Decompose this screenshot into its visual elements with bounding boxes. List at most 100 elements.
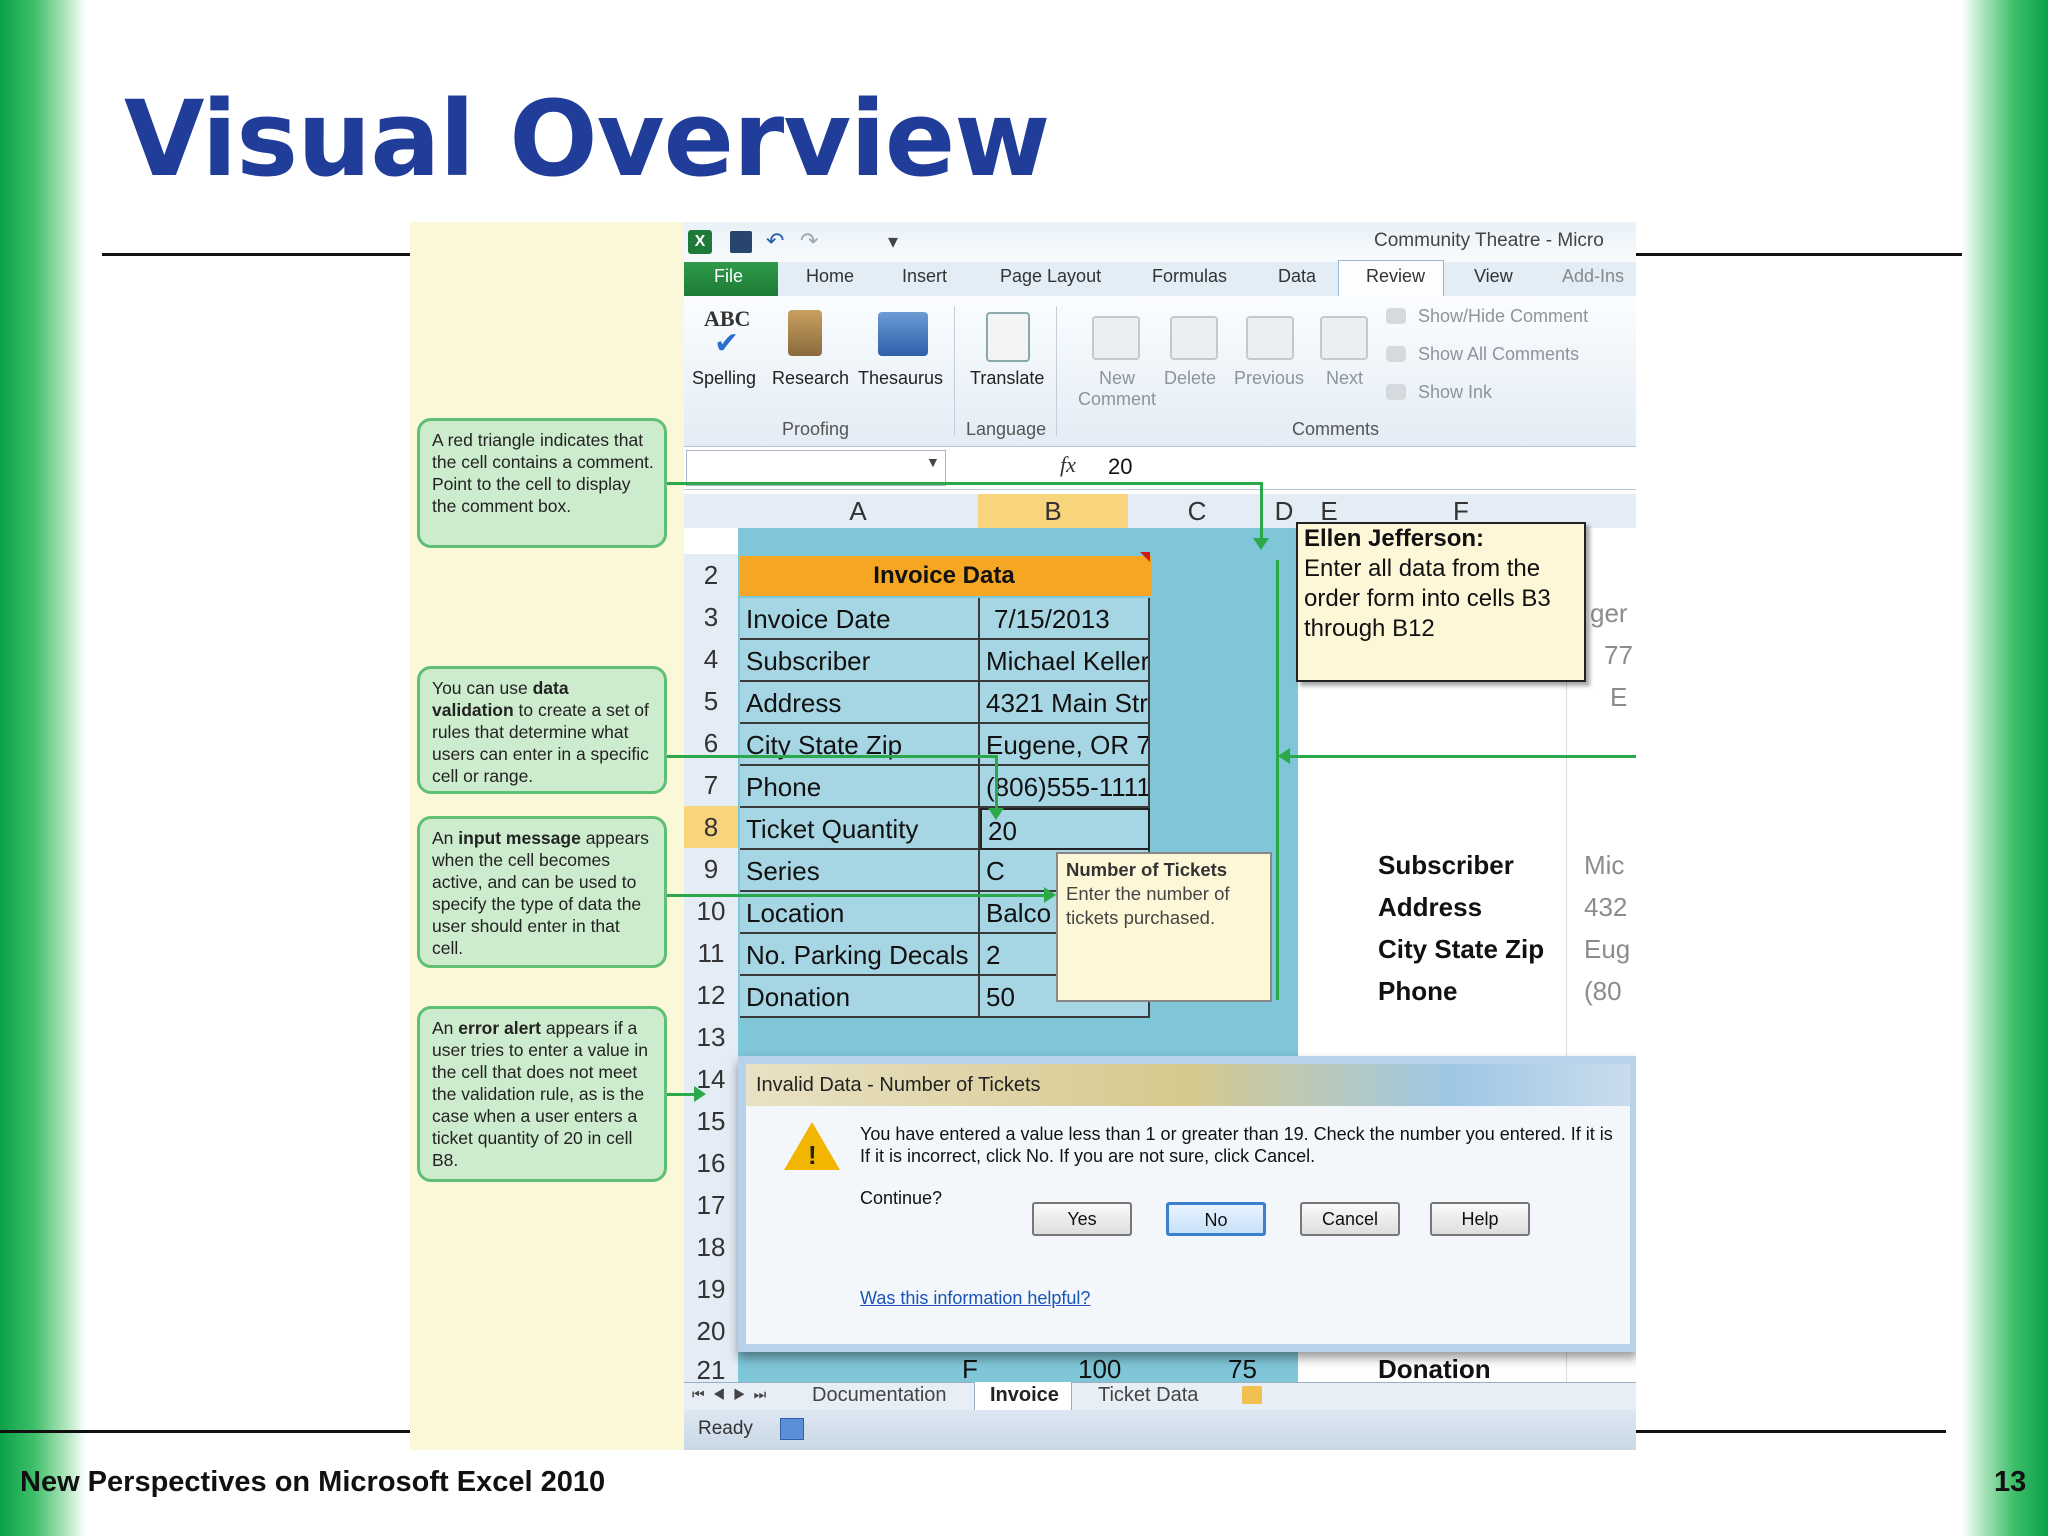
column-header-c[interactable]: C [1128,494,1267,528]
right-label: Address [1378,892,1483,922]
status-bar [684,1410,1636,1450]
value-cell[interactable]: 4321 Main Street [980,682,1150,724]
value-cell[interactable]: Eugene, OR 70777 [980,724,1150,766]
value-cell[interactable]: (806)555-1111 [980,766,1150,808]
row-header[interactable]: 11 [684,932,738,975]
row-header[interactable]: 6 [684,722,738,765]
label-cell[interactable]: Donation [740,976,980,1018]
connector-line [995,755,998,813]
label-cell[interactable]: City State Zip [740,724,980,766]
translate-icon [986,312,1030,362]
value-cell[interactable]: Michael Keller [980,640,1150,682]
invoice-header-cell[interactable]: Invoice Data [740,556,1148,596]
column-header-a[interactable]: A [738,494,979,528]
row-header[interactable]: 5 [684,680,738,723]
delete-comment-button[interactable]: Delete [1164,368,1216,389]
tab-home[interactable]: Home [806,266,854,287]
tab-data[interactable]: Data [1278,266,1316,287]
name-box-dropdown-icon[interactable]: ▼ [926,454,940,470]
right-value: Mic [1584,850,1625,880]
save-icon[interactable] [730,231,752,253]
row-header[interactable]: 2 [684,554,738,597]
label-cell[interactable]: Ticket Quantity [740,808,980,850]
left-green-stripe [0,0,86,1536]
row-header[interactable]: 18 [684,1226,738,1269]
input-message-title: Number of Tickets [1066,859,1228,880]
name-box[interactable] [686,450,946,486]
label-cell[interactable]: Address [740,682,980,724]
header-fill [1148,556,1152,596]
row-header-active[interactable]: 8 [684,806,738,849]
footer-rule-right [1636,1430,1946,1433]
tab-view[interactable]: View [1474,266,1513,287]
right-value: 432 [1584,892,1628,922]
label-cell[interactable]: Phone [740,766,980,808]
select-all-corner[interactable] [684,494,739,528]
callout-comment-text: A red triangle indicates that the cell c… [432,430,654,516]
research-button[interactable]: Research [772,368,849,389]
comment-indicator-icon [1140,552,1150,562]
row-header[interactable]: 12 [684,974,738,1017]
redo-icon[interactable]: ↷ [800,228,818,254]
show-all-comments-button[interactable]: Show All Comments [1418,344,1579,365]
next-comment-icon [1320,316,1368,360]
row-header[interactable]: 3 [684,596,738,639]
row-header[interactable]: 4 [684,638,738,681]
previous-comment-button[interactable]: Previous [1234,368,1304,389]
label-cell[interactable]: Series [740,850,980,892]
row-header[interactable]: 15 [684,1100,738,1143]
row-header[interactable]: 16 [684,1142,738,1185]
helpful-link[interactable]: Was this information helpful? [860,1288,1090,1309]
dialog-title[interactable]: Invalid Data - Number of Tickets [746,1064,1630,1106]
new-comment-button[interactable]: New Comment [1072,368,1162,410]
translate-button[interactable]: Translate [970,368,1044,389]
help-button[interactable]: Help [1430,1202,1530,1236]
insert-sheet-icon[interactable] [1242,1386,1262,1404]
show-hide-comment-button[interactable]: Show/Hide Comment [1418,306,1588,327]
tab-insert[interactable]: Insert [902,266,947,287]
macro-record-icon[interactable] [780,1418,804,1440]
sheet-tab-documentation[interactable]: Documentation [812,1384,947,1407]
sheet-nav-arrows-icon[interactable]: ⏮◀▶⏭ [692,1386,774,1403]
row-header[interactable]: 17 [684,1184,738,1227]
column-header-b[interactable]: B [978,494,1129,528]
spelling-button[interactable]: Spelling [692,368,756,389]
excel-app-icon[interactable]: X [688,230,712,254]
callout-bold-term: input message [458,828,581,848]
row-header[interactable]: 19 [684,1268,738,1311]
active-cell-b8[interactable]: 20 [980,808,1150,850]
tab-formulas[interactable]: Formulas [1152,266,1227,287]
callout-data-validation: You can use data validation to create a … [417,666,667,794]
right-label: Phone [1378,976,1458,1006]
title-rule-left [102,253,410,256]
cancel-button[interactable]: Cancel [1300,1202,1400,1236]
label-cell[interactable]: Invoice Date [740,598,980,640]
row-header[interactable]: 21 [684,1352,738,1383]
input-message-text: Enter the number of tickets purchased. [1066,883,1230,928]
show-ink-button[interactable]: Show Ink [1418,382,1492,403]
label-cell[interactable]: No. Parking Decals [740,934,980,976]
show-ink-icon [1386,384,1406,400]
peek-value: ger [1590,598,1628,628]
value-cell[interactable]: 7/15/2013 [980,598,1150,640]
row-header[interactable]: 7 [684,764,738,807]
comment-text: Enter all data from the order form into … [1304,555,1551,642]
row-header[interactable]: 9 [684,848,738,891]
tab-page-layout[interactable]: Page Layout [1000,266,1101,287]
next-comment-button[interactable]: Next [1326,368,1363,389]
customize-qat-icon[interactable]: ▾ [888,229,898,254]
row-header[interactable]: 20 [684,1310,738,1353]
label-cell[interactable]: Location [740,892,980,934]
no-button[interactable]: No [1166,1202,1266,1236]
yes-button[interactable]: Yes [1032,1202,1132,1236]
tab-add-ins[interactable]: Add-Ins [1562,266,1624,287]
insert-function-icon[interactable]: fx [1060,452,1076,478]
label-cell[interactable]: Subscriber [740,640,980,682]
formula-input[interactable]: 20 [1108,454,1132,480]
row-header[interactable]: 13 [684,1016,738,1059]
undo-icon[interactable]: ↶ [766,228,784,254]
sheet-tab-ticket-data[interactable]: Ticket Data [1098,1384,1198,1407]
ribbon-separator [1056,306,1057,436]
footer-text: New Perspectives on Microsoft Excel 2010 [20,1466,606,1498]
thesaurus-button[interactable]: Thesaurus [858,368,943,389]
